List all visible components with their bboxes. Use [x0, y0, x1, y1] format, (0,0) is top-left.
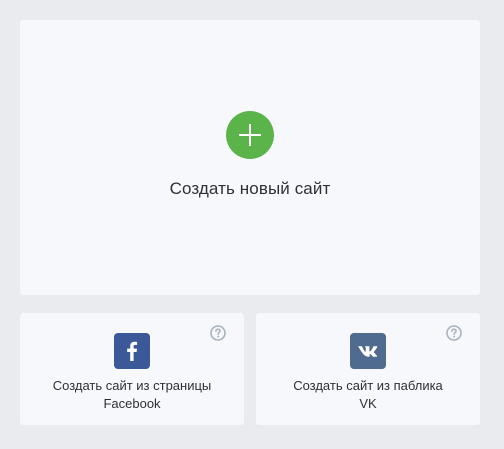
create-from-vk-card[interactable]: Создать сайт из паблика VK — [256, 313, 480, 425]
facebook-label-line2: Facebook — [103, 396, 161, 411]
plus-icon[interactable] — [226, 111, 274, 159]
create-from-facebook-card[interactable]: Создать сайт из страницы Facebook — [20, 313, 244, 425]
facebook-icon — [114, 333, 150, 369]
vk-label-line1: Создать сайт из паблика — [293, 378, 443, 393]
vk-label-line2: VK — [359, 396, 377, 411]
question-circle-icon[interactable] — [210, 325, 226, 341]
vk-icon — [350, 333, 386, 369]
create-from-facebook-label: Создать сайт из страницы Facebook — [26, 377, 238, 413]
create-from-vk-label: Создать сайт из паблика VK — [262, 377, 474, 413]
question-circle-icon[interactable] — [446, 325, 462, 341]
create-new-site-label: Создать новый сайт — [169, 179, 331, 198]
facebook-label-line1: Создать сайт из страницы — [52, 378, 212, 393]
create-new-site-card[interactable]: Создать новый сайт — [20, 20, 480, 295]
